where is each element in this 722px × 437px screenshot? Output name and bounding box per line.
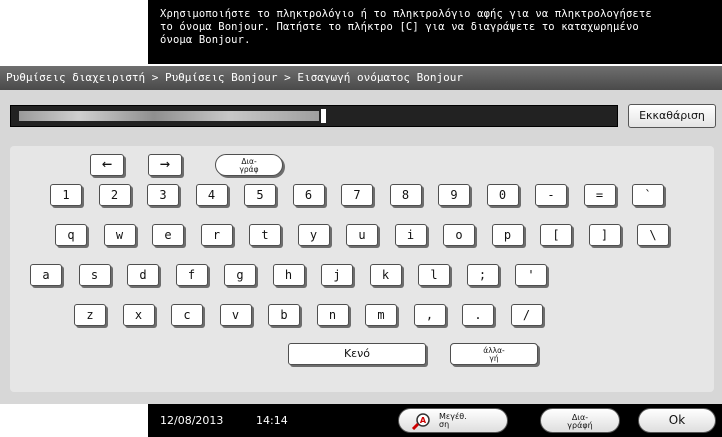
key-row2-2[interactable]: e: [152, 224, 184, 246]
key-row1-10[interactable]: -: [535, 184, 567, 206]
key-row2-5[interactable]: y: [297, 224, 330, 246]
key-row1-7[interactable]: 8: [389, 184, 422, 206]
key-row1-9[interactable]: 0: [486, 184, 519, 206]
other-chars-key[interactable]: άλλα- γή: [450, 343, 538, 365]
key-row4-9[interactable]: /: [510, 304, 543, 326]
key-row3-3[interactable]: f: [175, 264, 208, 286]
key-row1-1[interactable]: 2: [98, 184, 131, 206]
key-row3-4[interactable]: g: [224, 264, 256, 286]
key-row1-6[interactable]: 7: [341, 184, 373, 206]
other-chars-label-bottom: γή: [489, 354, 499, 363]
space-key[interactable]: Κενό: [288, 343, 426, 365]
key-row4-1[interactable]: x: [122, 304, 155, 326]
key-row1-5[interactable]: 6: [292, 184, 325, 206]
instruction-line-3: όνομα Bonjour.: [160, 34, 251, 46]
key-row1-2[interactable]: 3: [147, 184, 179, 206]
delete-button-label-bottom: γράφή: [567, 421, 593, 430]
enlarge-label: Μεγέθ. ση: [439, 413, 467, 429]
instruction-line-2: το όνομα Bonjour. Πατήστε το πλήκτρο [C]…: [160, 21, 639, 33]
key-row1-4[interactable]: 5: [244, 184, 276, 206]
key-row4-5[interactable]: n: [316, 304, 349, 326]
key-row4-8[interactable]: .: [462, 304, 494, 326]
key-row2-4[interactable]: t: [249, 224, 281, 246]
key-row4-0[interactable]: z: [74, 304, 106, 326]
key-row3-1[interactable]: s: [78, 264, 111, 286]
key-row1-8[interactable]: 9: [438, 184, 470, 206]
key-row3-2[interactable]: d: [127, 264, 159, 286]
magnifier-icon: A: [411, 413, 430, 430]
key-row1-12[interactable]: `: [632, 184, 664, 206]
main-panel: Ρυθμίσεις διαχειριστή > Ρυθμίσεις Bonjou…: [0, 66, 722, 404]
key-row2-0[interactable]: q: [55, 224, 87, 246]
key-row2-6[interactable]: u: [346, 224, 378, 246]
key-row4-4[interactable]: b: [268, 304, 300, 326]
right-arrow-key[interactable]: →: [148, 154, 182, 176]
key-row4-2[interactable]: c: [171, 304, 203, 326]
key-row1-11[interactable]: =: [583, 184, 616, 206]
key-row2-3[interactable]: r: [200, 224, 233, 246]
key-row3-9[interactable]: ;: [466, 264, 499, 286]
key-row3-10[interactable]: ': [515, 264, 547, 286]
enlarge-label-bottom: ση: [439, 420, 450, 429]
enlarge-display-button[interactable]: A Μεγέθ. ση: [398, 408, 508, 433]
time-display: 14:14: [256, 414, 288, 427]
status-bar: 12/08/2013 14:14 A Μεγέθ. ση Δια- γράφή …: [148, 404, 722, 437]
delete-button[interactable]: Δια- γράφή: [540, 408, 620, 433]
delete-key[interactable]: Δια- γράφ: [215, 154, 283, 176]
key-row2-11[interactable]: ]: [588, 224, 621, 246]
key-row4-3[interactable]: v: [219, 304, 252, 326]
svg-text:A: A: [420, 416, 427, 425]
key-row2-10[interactable]: [: [540, 224, 572, 246]
key-row4-6[interactable]: m: [365, 304, 397, 326]
key-row2-12[interactable]: \: [637, 224, 669, 246]
key-row3-7[interactable]: k: [369, 264, 402, 286]
ok-button[interactable]: Ok: [638, 408, 716, 433]
key-row3-5[interactable]: h: [272, 264, 305, 286]
key-row1-3[interactable]: 4: [195, 184, 228, 206]
key-row1-0[interactable]: 1: [50, 184, 82, 206]
instruction-line-1: Χρησιμοποιήστε το πληκτρολόγιο ή το πληκ…: [160, 8, 652, 20]
clear-button[interactable]: Εκκαθάριση: [628, 104, 716, 128]
instruction-message: Χρησιμοποιήστε το πληκτρολόγιο ή το πληκ…: [148, 0, 722, 64]
key-row2-9[interactable]: p: [491, 224, 524, 246]
left-arrow-key[interactable]: ←: [90, 154, 124, 176]
top-left-area: [0, 0, 148, 64]
key-row4-7[interactable]: ,: [413, 304, 446, 326]
ok-button-label: Ok: [668, 413, 686, 427]
key-row2-8[interactable]: o: [443, 224, 475, 246]
masked-input-text: [19, 111, 319, 121]
key-row3-0[interactable]: a: [30, 264, 62, 286]
delete-key-label-bottom: γράφ: [239, 165, 259, 174]
date-display: 12/08/2013: [160, 414, 224, 427]
key-row2-7[interactable]: i: [394, 224, 427, 246]
bonjour-name-input[interactable]: [10, 105, 618, 127]
key-row3-8[interactable]: l: [418, 264, 450, 286]
breadcrumb: Ρυθμίσεις διαχειριστή > Ρυθμίσεις Bonjou…: [0, 66, 722, 90]
key-row2-1[interactable]: w: [103, 224, 136, 246]
delete-button-label: Δια- γράφή: [541, 414, 619, 430]
key-row3-6[interactable]: j: [321, 264, 353, 286]
text-cursor: [321, 109, 326, 123]
on-screen-keyboard: ← → Δια- γράφ 1 2 3 4 5 6 7 8 9 0- = ` q w e r t y u i o p []…: [10, 146, 714, 392]
